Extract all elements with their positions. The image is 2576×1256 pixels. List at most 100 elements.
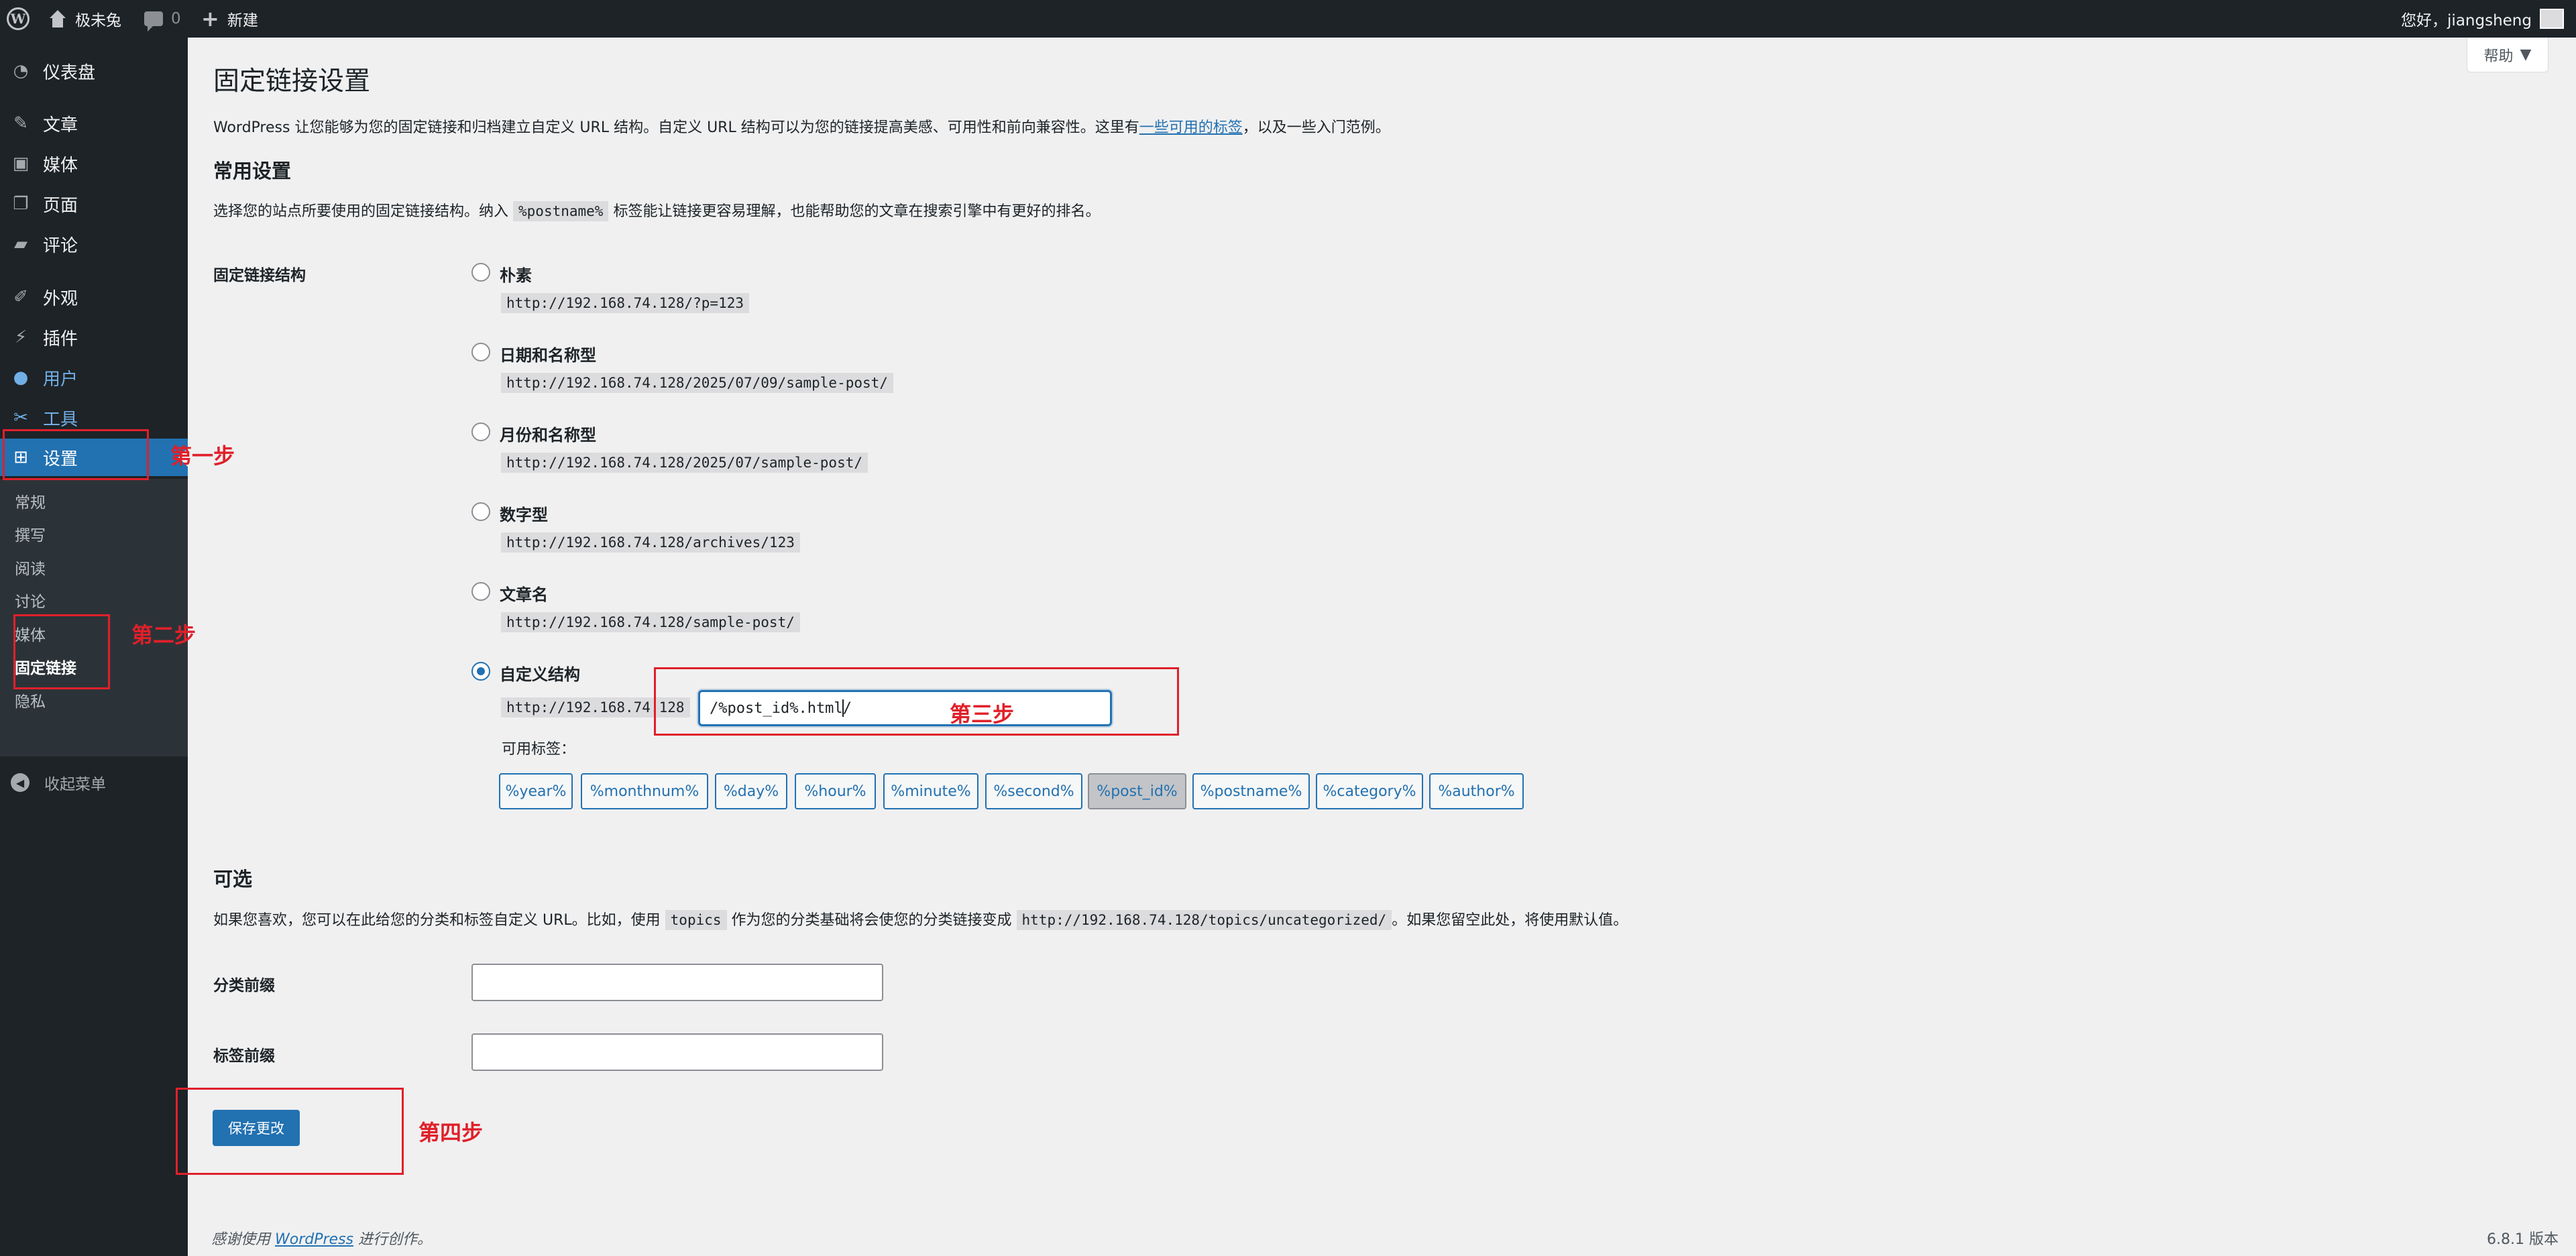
plus-icon: + [201, 6, 219, 32]
tag-button-post-id[interactable]: %post_id% [1088, 773, 1186, 809]
option-label-custom-structure[interactable]: 自定义结构 [500, 661, 580, 685]
sidebar-item-plugins[interactable]: ⚡ 插件 [0, 319, 188, 356]
sidebar-item-media[interactable]: ▣ 媒体 [0, 145, 188, 182]
sidebar-item-comments[interactable]: ▰ 评论 [0, 225, 188, 263]
sidebar-item-label: 媒体 [43, 155, 78, 176]
pin-icon: ✎ [13, 113, 28, 133]
annotation-box-step3 [654, 667, 1179, 736]
tag-button-minute[interactable]: %minute% [883, 773, 978, 809]
topics-code: topics [665, 910, 727, 930]
option-label-plain[interactable]: 朴素 [500, 262, 532, 286]
option-label-numeric[interactable]: 数字型 [500, 502, 548, 525]
sidebar-item-users[interactable]: ● 用户 [0, 359, 188, 396]
tag-button-year[interactable]: %year% [499, 773, 573, 809]
available-tags-label: 可用标签： [502, 741, 576, 758]
submenu-item-privacy[interactable]: 隐私 [15, 689, 46, 711]
submenu-item-reading[interactable]: 阅读 [15, 556, 46, 579]
avatar [2540, 9, 2564, 29]
annotation-step4: 第四步 [418, 1120, 484, 1145]
radio-month-and-name[interactable] [471, 422, 490, 441]
annotation-box-step1 [3, 429, 149, 480]
submenu-item-writing[interactable]: 撰写 [15, 522, 46, 545]
wordpress-link[interactable]: WordPress [275, 1231, 353, 1248]
sidebar-item-label: 插件 [43, 329, 78, 349]
annotation-box-step4 [176, 1088, 404, 1175]
option-label-day-and-name[interactable]: 日期和名称型 [500, 342, 596, 365]
tag-button-monthnum[interactable]: %monthnum% [581, 773, 708, 809]
tag-button-author[interactable]: %author% [1429, 773, 1524, 809]
radio-plain[interactable] [471, 263, 490, 282]
plugin-icon: ⚡ [14, 327, 27, 347]
postname-code: %postname% [513, 201, 609, 221]
my-account-menu[interactable]: 您好，jiangsheng [2401, 0, 2564, 38]
available-tags-link[interactable]: 一些可用的标签 [1139, 119, 1243, 136]
submenu-item-general[interactable]: 常规 [15, 490, 46, 512]
site-name-link[interactable]: 极未兔 [48, 0, 121, 38]
example-url-day-and-name: http://192.168.74.128/2025/07/09/sample-… [501, 373, 893, 393]
user-icon: ● [13, 367, 29, 388]
tag-base-label: 标签前缀 [213, 1047, 275, 1065]
example-code: http://192.168.74.128/archives/123 [501, 532, 800, 553]
intro-text: WordPress 让您能够为您的固定链接和归档建立自定义 URL 结构。自定义… [213, 115, 1390, 137]
optional-heading: 可选 [213, 868, 253, 891]
sidebar-item-label: 外观 [43, 288, 78, 309]
tag-button-hour[interactable]: %hour% [795, 773, 876, 809]
sidebar-item-appearance[interactable]: ✐ 外观 [0, 278, 188, 316]
desc-part: 如果您喜欢，您可以在此给您的分类和标签自定义 URL。比如，使用 [213, 912, 661, 929]
tag-button-day[interactable]: %day% [715, 773, 787, 809]
option-label-month-and-name[interactable]: 月份和名称型 [500, 422, 596, 445]
footer-version: 6.8.1 版本 [2487, 1231, 2559, 1248]
radio-custom-structure[interactable] [471, 662, 490, 681]
tag-button-category[interactable]: %category% [1316, 773, 1423, 809]
tag-button-second[interactable]: %second% [985, 773, 1082, 809]
site-name-label: 极未兔 [75, 12, 121, 30]
desc-part: 作为您的分类基础将会使您的分类链接变成 [731, 912, 1012, 929]
comment-icon: ▰ [14, 234, 27, 254]
desc-part: 选择您的站点所要使用的固定链接结构。纳入 [213, 203, 509, 220]
permalink-structure-label: 固定链接结构 [213, 267, 306, 284]
footer-thanks: 感谢使用 WordPress 进行创作。 [211, 1227, 432, 1249]
intro-text-part: ，以及一些入门范例。 [1242, 119, 1390, 136]
wordpress-logo-icon: W [7, 7, 30, 30]
radio-day-and-name[interactable] [471, 343, 490, 361]
category-base-label: 分类前缀 [213, 977, 275, 994]
page-icon: ❐ [13, 194, 29, 214]
media-icon: ▣ [12, 154, 30, 174]
help-tab-button[interactable]: 帮助 ▼ [2467, 38, 2549, 72]
tag-button-postname[interactable]: %postname% [1192, 773, 1310, 809]
page-title: 固定链接设置 [213, 66, 371, 97]
collapse-menu-button[interactable]: ◀ 收起菜单 [0, 766, 188, 799]
sidebar-item-label: 评论 [43, 235, 78, 256]
new-content-menu[interactable]: + 新建 [201, 0, 258, 38]
category-base-input[interactable] [471, 964, 883, 1001]
sidebar-item-dashboard[interactable]: ◔ 仪表盘 [0, 52, 188, 90]
tag-base-input[interactable] [471, 1033, 883, 1071]
annotation-step1: 第一步 [170, 443, 235, 469]
sidebar-item-label: 工具 [43, 409, 78, 430]
example-url-post-name: http://192.168.74.128/sample-post/ [501, 612, 800, 632]
example-url-plain: http://192.168.74.128/?p=123 [501, 293, 750, 313]
common-settings-heading: 常用设置 [213, 160, 292, 182]
example-code: http://192.168.74.128/?p=123 [501, 293, 750, 313]
annotation-step2: 第二步 [131, 622, 197, 648]
comments-link[interactable]: 0 [144, 0, 181, 38]
help-label: 帮助 [2483, 48, 2514, 65]
sidebar-item-posts[interactable]: ✎ 文章 [0, 105, 188, 142]
sidebar-item-pages[interactable]: ❐ 页面 [0, 185, 188, 223]
greeting-text: 您好，jiangsheng [2401, 12, 2532, 30]
radio-post-name[interactable] [471, 582, 490, 601]
category-url-code: http://192.168.74.128/topics/uncategoriz… [1016, 910, 1392, 930]
option-label-post-name[interactable]: 文章名 [500, 581, 548, 605]
wordpress-logo-menu[interactable]: W [7, 0, 31, 38]
chevron-down-icon: ▼ [2520, 46, 2532, 63]
collapse-menu-label: 收起菜单 [44, 776, 106, 793]
radio-numeric[interactable] [471, 502, 490, 521]
new-label: 新建 [227, 12, 258, 30]
submenu-item-discussion[interactable]: 讨论 [15, 589, 46, 612]
example-code: http://192.168.74.128/2025/07/sample-pos… [501, 453, 869, 473]
footer-part: 感谢使用 [211, 1231, 271, 1248]
desc-part: 。如果您留空此处，将使用默认值。 [1392, 912, 1628, 929]
optional-description: 如果您喜欢，您可以在此给您的分类和标签自定义 URL。比如，使用 topics … [213, 908, 1628, 930]
annotation-step3: 第三步 [950, 701, 1015, 727]
comment-count: 0 [171, 10, 181, 27]
